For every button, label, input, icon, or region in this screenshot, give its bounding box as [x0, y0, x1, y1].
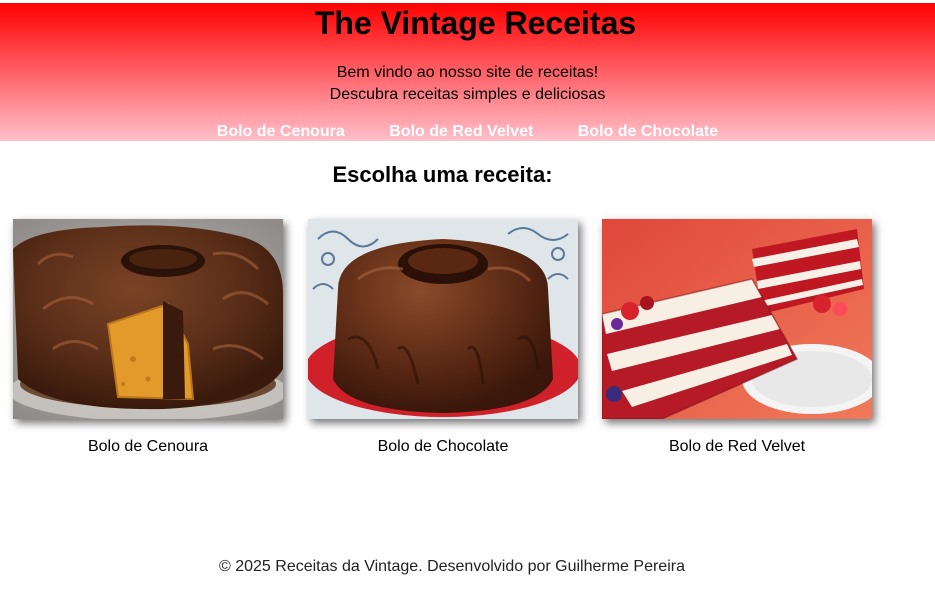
site-header: The Vintage Receitas Bem vindo ao nosso … — [0, 3, 935, 141]
recipe-card-bolo-de-cenoura[interactable]: Bolo de Cenoura — [13, 219, 283, 455]
welcome-line-2: Descubra receitas simples e deliciosas — [329, 86, 606, 103]
nav-link-bolo-de-cenoura[interactable]: Bolo de Cenoura — [217, 123, 345, 140]
site-title: The Vintage Receitas — [314, 5, 637, 41]
carrot-cake-image[interactable] — [13, 219, 283, 419]
section-title: Escolha uma receita: — [332, 162, 553, 187]
nav-link-bolo-de-red-velvet[interactable]: Bolo de Red Velvet — [389, 123, 533, 140]
recipe-caption: Bolo de Chocolate — [377, 438, 509, 455]
main-nav: Bolo de Cenoura Bolo de Red Velvet Bolo … — [0, 123, 935, 141]
site-footer: © 2025 Receitas da Vintage. Desenvolvido… — [219, 558, 685, 575]
red-velvet-cake-image[interactable] — [602, 219, 872, 419]
recipe-caption: Bolo de Cenoura — [87, 438, 209, 455]
welcome-text: Bem vindo ao nosso site de receitas! Des… — [0, 62, 935, 106]
page: The Vintage Receitas Bem vindo ao nosso … — [0, 0, 935, 593]
nav-link-bolo-de-chocolate[interactable]: Bolo de Chocolate — [578, 123, 718, 140]
recipe-card-bolo-de-chocolate[interactable]: Bolo de Chocolate — [308, 219, 578, 455]
recipe-card-bolo-de-red-velvet[interactable]: Bolo de Red Velvet — [602, 219, 872, 455]
welcome-line-1: Bem vindo ao nosso site de receitas! — [336, 64, 599, 81]
recipe-caption: Bolo de Red Velvet — [668, 438, 806, 455]
chocolate-cake-image[interactable] — [308, 219, 578, 419]
